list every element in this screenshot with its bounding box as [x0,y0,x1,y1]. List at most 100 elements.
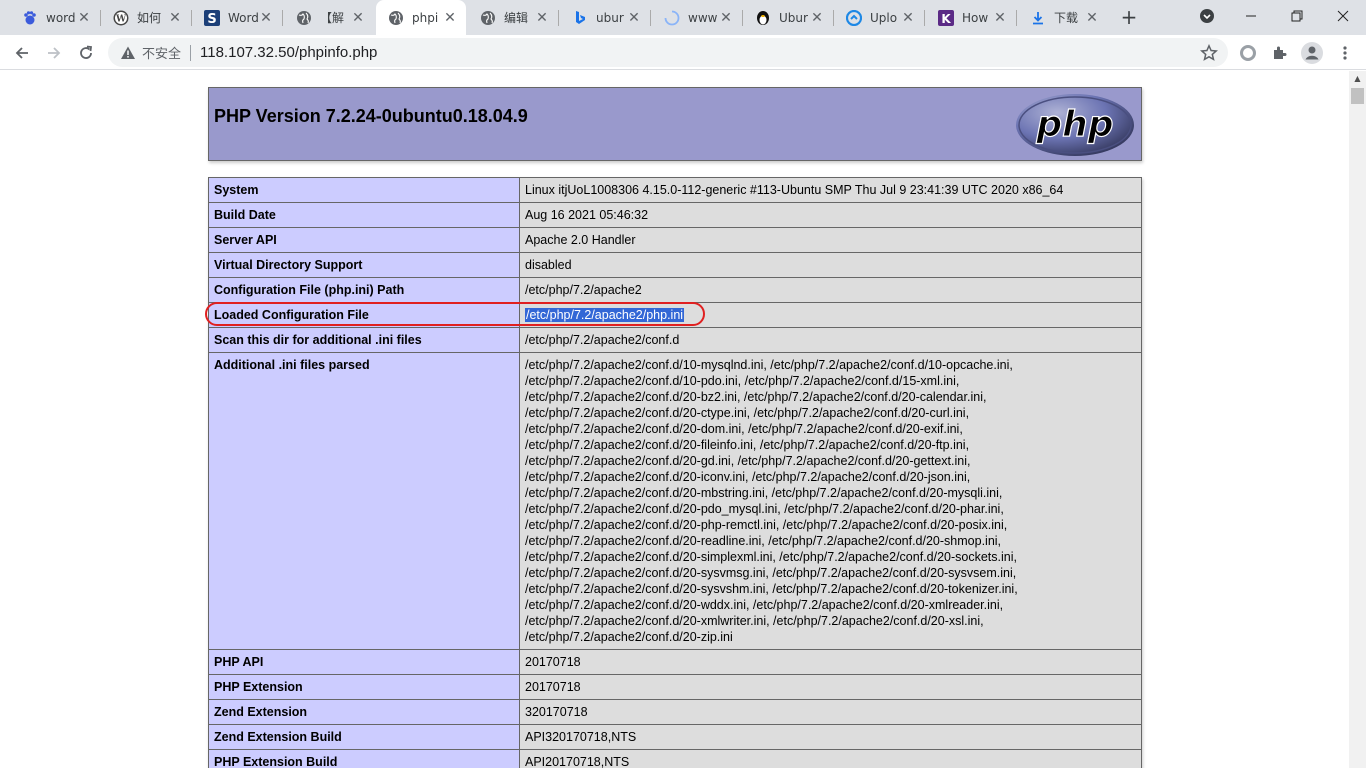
tab[interactable]: 编辑 ✕ [468,0,558,35]
tab-separator [282,10,283,26]
tab-close-icon[interactable]: ✕ [350,10,366,26]
additional-ini-row: Additional .ini files parsed/etc/php/7.2… [208,352,1142,650]
profile-avatar-icon[interactable] [1298,39,1326,67]
info-value: /etc/php/7.2/apache2/php.ini [519,302,1142,328]
info-key: System [208,177,520,203]
security-label[interactable]: 不安全 [142,43,181,62]
bookmark-star-icon[interactable] [1200,44,1218,62]
phpinfo-header: PHP Version 7.2.24-0ubuntu0.18.04.9 php [208,87,1142,161]
php-version-title: PHP Version 7.2.24-0ubuntu0.18.04.9 [214,106,528,126]
extensions-puzzle-icon[interactable] [1266,39,1294,67]
reload-icon[interactable] [72,39,100,67]
tab[interactable]: www ✕ [652,0,742,35]
tab[interactable]: word ✕ [10,0,100,35]
tab-title: Uplo [870,10,898,25]
wordpress-icon: W [113,10,129,26]
ini-file-line: /etc/php/7.2/apache2/conf.d/20-ctype.ini… [525,406,970,420]
info-value: API320170718,NTS [519,724,1142,750]
upload-icon [846,9,862,26]
ini-file-line: /etc/php/7.2/apache2/conf.d/20-sysvmsg.i… [525,566,1017,580]
address-bar[interactable]: 不安全 118.107.32.50/phpinfo.php [108,38,1228,67]
tab-close-icon[interactable]: ✕ [992,10,1008,26]
info-row: Configuration File (php.ini) Path/etc/ph… [208,277,1142,303]
info-row: Build Date Aug 16 2021 05:46:32 [208,202,1142,228]
vertical-scrollbar[interactable]: ▲ [1349,71,1366,768]
tab[interactable]: phpi ✕ [376,0,466,35]
forward-icon[interactable] [40,39,68,67]
selected-text[interactable]: /etc/php/7.2/apache2/php.ini [525,308,685,322]
menu-kebab-icon[interactable] [1331,39,1359,67]
tab[interactable]: K How ✕ [926,0,1016,35]
globe-icon [480,10,496,26]
info-row: PHP Extension Build API20170718,NTS [208,749,1142,768]
close-window-icon[interactable] [1320,0,1366,32]
info-value: Linux itjUoL1008306 4.15.0-112-generic #… [519,177,1142,203]
info-row: System Linux itjUoL1008306 4.15.0-112-gen… [208,177,1142,203]
tab-close-icon[interactable]: ✕ [1084,10,1100,26]
extension-circle-icon[interactable] [1234,39,1262,67]
ini-file-line: /etc/php/7.2/apache2/conf.d/20-pdo_mysql… [525,502,1004,516]
info-value: /etc/php/7.2/apache2 [519,277,1142,303]
baidu-icon [22,10,38,26]
tab-title: 编辑 [504,11,529,25]
tab-close-icon[interactable]: ✕ [534,10,550,26]
svg-text:S: S [207,12,216,26]
tab-close-icon[interactable]: ✕ [900,10,916,26]
info-value: /etc/php/7.2/apache2/conf.d/10-mysqlnd.i… [519,352,1142,650]
tab-close-icon[interactable]: ✕ [442,10,458,26]
ini-file-line: /etc/php/7.2/apache2/conf.d/20-zip.ini [525,630,733,644]
tab-separator [558,10,559,26]
tab-title: How [962,10,989,25]
info-row: Zend Extension Build API320170718,NTS [208,724,1142,750]
info-key: Server API [208,227,520,253]
browser-toolbar: 不安全 118.107.32.50/phpinfo.php [0,35,1366,70]
back-icon[interactable] [8,39,36,67]
minimize-icon[interactable] [1228,0,1274,32]
info-key: Loaded Configuration File [208,302,520,328]
info-key: PHP Extension [208,674,520,700]
tab[interactable]: ubur ✕ [560,0,650,35]
info-key: Zend Extension [208,699,520,725]
tab[interactable]: Uplo ✕ [834,0,924,35]
ini-file-line: /etc/php/7.2/apache2/conf.d/20-wddx.ini,… [525,598,1004,612]
tab[interactable]: 下载 ✕ [1018,0,1108,35]
php-logo: php [1016,94,1134,156]
info-value: Aug 16 2021 05:46:32 [519,202,1142,228]
info-row: Virtual Directory Support disabled [208,252,1142,278]
tab-close-icon[interactable]: ✕ [626,10,642,26]
url-text[interactable]: 118.107.32.50/phpinfo.php [200,44,377,61]
tab-close-icon[interactable]: ✕ [167,10,183,26]
scroll-up-arrow-icon[interactable]: ▲ [1349,71,1366,87]
tab-title: word [46,10,76,25]
download-icon [1030,10,1046,26]
tux-icon [755,10,771,26]
tab-search-icon[interactable] [1184,0,1230,32]
tab-title: phpi [412,10,439,25]
globe-icon [296,10,312,26]
tab[interactable]: 【解 ✕ [284,0,374,35]
ini-file-line: /etc/php/7.2/apache2/conf.d/20-fileinfo.… [525,438,970,452]
ini-file-line: /etc/php/7.2/apache2/conf.d/20-sysvshm.i… [525,582,1018,596]
ini-file-line: /etc/php/7.2/apache2/conf.d/10-mysqlnd.i… [525,358,1013,372]
info-value: API20170718,NTS [519,749,1142,768]
ini-file-line: /etc/php/7.2/apache2/conf.d/20-gd.ini, /… [525,454,971,468]
warning-icon[interactable] [120,45,136,61]
k-icon: K [938,9,954,26]
info-row: Scan this dir for additional .ini files /… [208,327,1142,353]
bing-icon [572,10,588,26]
tab-close-icon[interactable]: ✕ [76,10,92,26]
ini-file-line: /etc/php/7.2/apache2/conf.d/20-xmlwriter… [525,614,984,628]
page-content: PHP Version 7.2.24-0ubuntu0.18.04.9 php … [0,71,1349,768]
tab-close-icon[interactable]: ✕ [718,10,734,26]
scroll-thumb[interactable] [1351,88,1364,104]
tab[interactable]: Ubur ✕ [743,0,833,35]
tab-title: 下载 [1054,11,1079,25]
tab[interactable]: W 如何 ✕ [101,0,191,35]
tab-close-icon[interactable]: ✕ [809,10,825,26]
tab[interactable]: S Word ✕ [192,0,282,35]
ini-file-line: /etc/php/7.2/apache2/conf.d/10-pdo.ini, … [525,374,960,388]
new-tab-button[interactable]: + [1116,5,1142,31]
info-row: PHP Extension 20170718 [208,674,1142,700]
restore-icon[interactable] [1274,0,1320,32]
tab-close-icon[interactable]: ✕ [258,10,274,26]
